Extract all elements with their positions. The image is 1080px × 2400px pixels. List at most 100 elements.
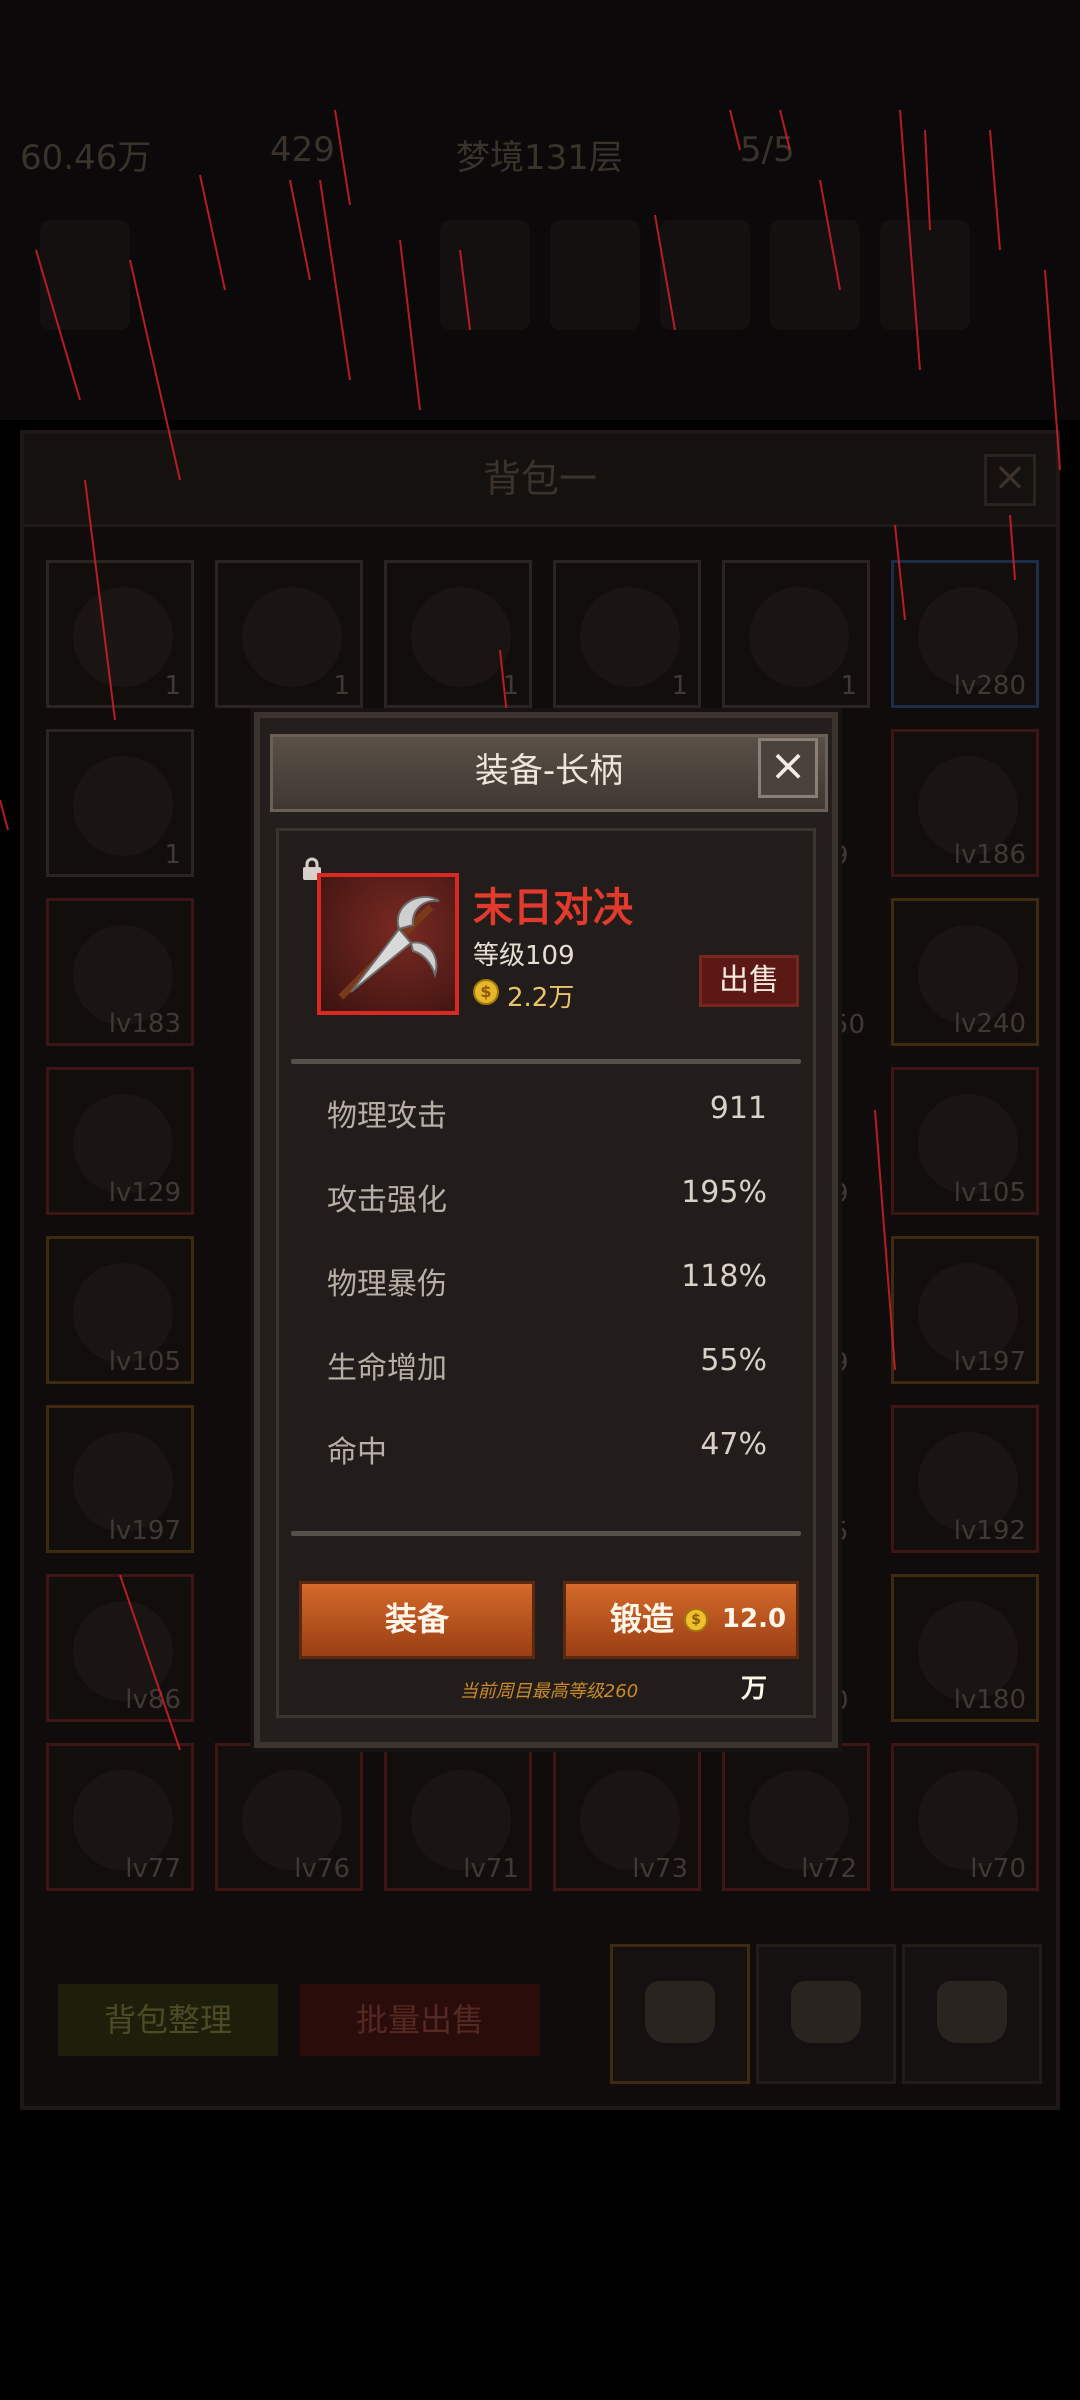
top-area: 60.46万 429 梦境131层 5/5 [0,0,1080,420]
slot-count: lv180 [953,1685,1026,1715]
slot-count: 1 [164,840,181,870]
stat-row: 命中 47% [327,1427,767,1477]
slot-count: lv240 [953,1009,1026,1039]
bag-slot[interactable]: lv197 [891,1236,1039,1384]
bag-slot[interactable]: lv192 [891,1405,1039,1553]
stat-row: 生命增加 55% [327,1343,767,1393]
equipped-slot[interactable] [880,220,970,330]
forge-label: 锻造 [610,1600,675,1638]
level-cap-note: 当前周目最高等级260 [459,1681,639,1702]
slot-count: lv71 [463,1854,519,1884]
bag-slot[interactable]: 1 [384,560,532,708]
close-icon[interactable]: × [758,738,818,798]
stat-name: 物理攻击 [327,1099,447,1134]
slot-count: lv192 [953,1516,1026,1546]
bag-slot[interactable]: lv105 [891,1067,1039,1215]
bag-slot[interactable]: lv86 [46,1574,194,1722]
divider [291,1059,801,1064]
item-name: 末日对决 [473,885,633,931]
forge-button[interactable]: 锻造 $ 12.0万 [563,1581,799,1704]
bag-tab-1[interactable] [610,1944,750,2084]
bag-slot[interactable]: lv280 [891,560,1039,708]
bag-slot[interactable]: 1 [553,560,701,708]
dialog-title: 装备-长柄 [270,734,828,812]
stat-value: 195% [681,1175,767,1210]
cake-icon [73,587,173,687]
bag-tab-3[interactable] [902,1944,1042,2084]
bag-slot[interactable]: lv186 [891,729,1039,877]
item-level: 等级109 [473,941,575,971]
slot-count: 1 [671,671,688,701]
slot-count: lv186 [953,840,1026,870]
slot-count: lv70 [970,1854,1026,1884]
stage-label: 梦境131层 [456,138,623,178]
slot-count: 1 [840,671,857,701]
slot-count: lv86 [125,1685,181,1715]
divider [291,1531,801,1536]
slot-count: 1 [164,671,181,701]
stat-name: 生命增加 [327,1351,447,1386]
bag-slot[interactable]: lv129 [46,1067,194,1215]
dialog-body: 末日对决 等级109 $ 2.2万 出售 物理攻击 911 攻击强化 195% 物理暴伤… [276,828,816,1718]
bag-slot[interactable]: 1 [46,560,194,708]
forge-cost: 12.0万 [721,1604,787,1704]
slot-count: lv73 [632,1854,688,1884]
stat-value: 118% [681,1259,767,1294]
backpack-title: 背包一 [24,434,1056,527]
beer-mug-icon [73,756,173,856]
equipment-dialog: 装备-长柄 × 末日对决 等级109 $ 2.2万 出售 物理攻击 911 攻击强化… [254,712,838,1748]
backpack-icon [937,1981,1007,2043]
stat-row: 攻击强化 195% [327,1175,767,1225]
bag-slot[interactable]: 1 [722,560,870,708]
slot-count: lv183 [108,1009,181,1039]
bulk-sell-button[interactable]: 批量出售 [300,1984,540,2056]
stat-row: 物理暴伤 118% [327,1259,767,1309]
stat-value: 55% [700,1343,767,1378]
stat-name: 攻击强化 [327,1183,447,1218]
stat-value: 911 [709,1091,767,1126]
slot-count: lv105 [953,1178,1026,1208]
cake-icon [580,587,680,687]
bag-slot[interactable]: 1 [215,560,363,708]
equipped-slot[interactable] [550,220,640,330]
slot-count: lv76 [294,1854,350,1884]
bag-slot[interactable]: lv73 [553,1743,701,1891]
bag-slot[interactable]: lv180 [891,1574,1039,1722]
backpack-icon [645,1981,715,2043]
hud-bar: 60.46万 429 梦境131层 5/5 [0,120,1080,180]
bag-slot[interactable]: lv70 [891,1743,1039,1891]
coin-icon: $ [473,979,499,1005]
stat-name: 命中 [327,1435,387,1470]
slot-count: lv280 [953,671,1026,701]
bag-slot[interactable]: lv76 [215,1743,363,1891]
bag-slot[interactable]: lv183 [46,898,194,1046]
slot-count: lv72 [801,1854,857,1884]
stat-name: 物理暴伤 [327,1267,447,1302]
equipped-slot[interactable] [770,220,860,330]
bag-slot[interactable]: lv72 [722,1743,870,1891]
bag-slot[interactable]: lv240 [891,898,1039,1046]
equipped-slot[interactable] [440,220,530,330]
slot-count: 1 [333,671,350,701]
bag-tab-2[interactable] [756,1944,896,2084]
slot-count: lv197 [108,1516,181,1546]
bag-slot[interactable]: lv77 [46,1743,194,1891]
sort-bag-button[interactable]: 背包整理 [58,1984,278,2056]
stat-row: 物理攻击 911 [327,1091,767,1141]
item-price: 2.2万 [507,983,575,1013]
item-portrait [317,873,459,1015]
cake-icon [411,587,511,687]
coin-icon: $ [684,1608,708,1632]
bag-slot[interactable]: lv197 [46,1405,194,1553]
sell-button[interactable]: 出售 [699,955,799,1007]
bag-slot[interactable]: lv105 [46,1236,194,1384]
close-icon[interactable]: × [984,454,1036,506]
slot-count: lv197 [953,1347,1026,1377]
slot-count: lv77 [125,1854,181,1884]
cake-icon [242,587,342,687]
equipped-slot[interactable] [40,220,130,330]
equipped-slot[interactable] [660,220,750,330]
bag-slot[interactable]: lv71 [384,1743,532,1891]
equip-button[interactable]: 装备 [299,1581,535,1659]
bag-slot[interactable]: 1 [46,729,194,877]
